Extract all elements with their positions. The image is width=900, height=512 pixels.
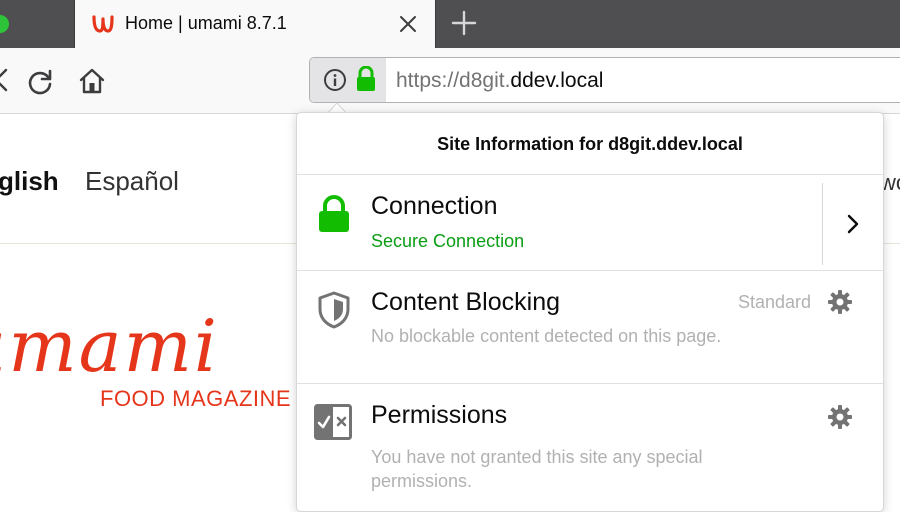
content-blocking-title: Content Blocking <box>371 288 561 316</box>
connection-details-button[interactable] <box>823 175 883 271</box>
language-link-english[interactable]: glish <box>0 166 59 197</box>
back-icon[interactable] <box>0 67 8 93</box>
umami-favicon-icon <box>92 15 114 33</box>
reload-icon[interactable] <box>26 68 54 96</box>
connection-status: Secure Connection <box>371 231 525 251</box>
site-tagline: FOOD MAGAZINE <box>100 386 292 411</box>
home-icon[interactable] <box>78 67 106 95</box>
info-icon[interactable] <box>323 68 347 92</box>
site-information-panel: Site Information for d8git.ddev.local Co… <box>296 112 884 512</box>
tab-home[interactable]: Home | umami 8.7.1 <box>74 0 436 48</box>
gear-icon[interactable] <box>827 289 853 315</box>
site-logo[interactable]: umami <box>0 304 219 388</box>
chevron-right-icon <box>847 214 859 234</box>
url-scheme-prefix: https://d8git. <box>396 69 511 92</box>
url-host: ddev.local <box>510 69 604 92</box>
new-tab-icon[interactable] <box>451 10 477 36</box>
site-identity-button[interactable] <box>310 58 386 102</box>
lock-icon[interactable] <box>355 66 377 92</box>
gear-icon[interactable] <box>827 404 853 430</box>
content-blocking-detail: No blockable content detected on this pa… <box>371 326 722 346</box>
url-bar[interactable]: https://d8git.ddev.local <box>309 57 900 103</box>
permissions-icon <box>314 404 352 440</box>
close-tab-icon[interactable] <box>397 13 419 35</box>
lock-icon <box>319 195 349 232</box>
url-text: https://d8git.ddev.local <box>396 69 603 93</box>
tab-title: Home | umami 8.7.1 <box>125 13 287 33</box>
panel-title: Site Information for d8git.ddev.local <box>297 113 883 175</box>
navigation-toolbar: https://d8git.ddev.local <box>0 48 900 114</box>
permissions-detail: You have not granted this site any speci… <box>371 447 703 491</box>
connection-section[interactable]: Connection Secure Connection <box>297 175 883 271</box>
content-blocking-section: Content Blocking Standard No blockable c… <box>297 271 883 384</box>
window-maximize-button[interactable] <box>0 15 9 33</box>
language-link-espanol[interactable]: Español <box>85 166 179 197</box>
content-blocking-mode: Standard <box>737 292 811 312</box>
shield-icon <box>318 291 350 329</box>
connection-title: Connection <box>371 192 498 220</box>
tab-strip: Home | umami 8.7.1 <box>0 0 900 48</box>
permissions-section: Permissions You have not granted this si… <box>297 384 883 511</box>
permissions-title: Permissions <box>371 401 508 429</box>
